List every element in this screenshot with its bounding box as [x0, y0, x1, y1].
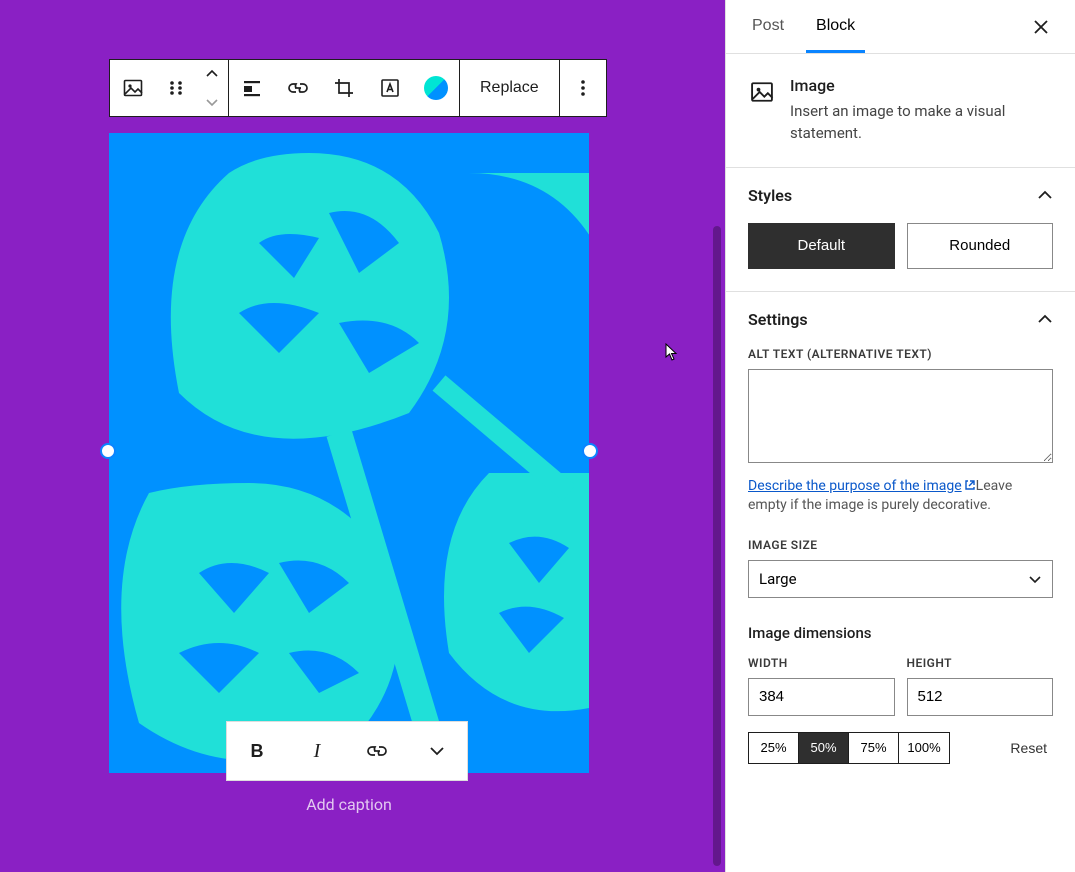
image-size-value: Large: [759, 570, 797, 588]
cursor-icon: [665, 343, 679, 361]
link-button[interactable]: [275, 60, 321, 116]
image-size-label: IMAGE SIZE: [748, 538, 1053, 552]
chevron-up-icon: [205, 69, 219, 79]
block-description: Image Insert an image to make a visual s…: [726, 54, 1075, 167]
text-overlay-button[interactable]: [367, 60, 413, 116]
alt-text-input[interactable]: [748, 369, 1053, 463]
pct-75-button[interactable]: 75%: [849, 733, 899, 763]
pct-50-button[interactable]: 50%: [799, 733, 849, 763]
width-label: WIDTH: [748, 656, 895, 670]
settings-sidebar: Post Block Image Insert an image to make…: [725, 0, 1075, 872]
styles-panel-toggle[interactable]: Styles: [726, 168, 1075, 223]
align-button[interactable]: [229, 60, 275, 116]
chevron-down-icon: [429, 745, 445, 757]
align-icon: [241, 77, 263, 99]
height-label: HEIGHT: [907, 656, 1054, 670]
image-block[interactable]: [109, 133, 589, 773]
pct-25-button[interactable]: 25%: [749, 733, 799, 763]
editor-canvas[interactable]: Replace B I: [0, 0, 725, 872]
text-overlay-icon: [379, 77, 401, 99]
image-content: [109, 133, 589, 773]
pct-100-button[interactable]: 100%: [899, 733, 949, 763]
chevron-up-icon: [1037, 313, 1053, 325]
drag-handle-icon: [166, 78, 186, 98]
chevron-down-icon: [1028, 574, 1042, 584]
block-title: Image: [790, 76, 1053, 95]
chevron-up-icon: [1037, 189, 1053, 201]
crop-button[interactable]: [321, 60, 367, 116]
external-link-icon: [964, 479, 976, 491]
close-icon: [1031, 17, 1051, 37]
image-size-select[interactable]: Large: [748, 560, 1053, 598]
block-toolbar: Replace: [109, 59, 607, 117]
percentage-preset-group: 25% 50% 75% 100%: [748, 732, 950, 764]
style-rounded-button[interactable]: Rounded: [907, 223, 1054, 269]
italic-button[interactable]: I: [287, 722, 347, 780]
reset-dimensions-button[interactable]: Reset: [1004, 739, 1053, 757]
block-description-text: Insert an image to make a visual stateme…: [790, 101, 1053, 145]
move-up-down: [196, 60, 228, 116]
caption-format-toolbar: B I: [226, 721, 468, 781]
image-icon: [748, 78, 776, 106]
bold-button[interactable]: B: [227, 722, 287, 780]
chevron-down-icon: [205, 97, 219, 107]
more-vertical-icon: [572, 77, 594, 99]
tab-block[interactable]: Block: [806, 0, 865, 53]
settings-heading: Settings: [748, 310, 808, 329]
move-up-button[interactable]: [196, 60, 228, 88]
alt-text-help-link[interactable]: Describe the purpose of the image: [748, 478, 976, 494]
styles-heading: Styles: [748, 186, 792, 205]
resize-handle-right[interactable]: [582, 443, 598, 459]
duotone-icon: [424, 76, 448, 100]
link-icon: [287, 77, 309, 99]
height-input[interactable]: [907, 678, 1054, 716]
move-down-button[interactable]: [196, 88, 228, 116]
link-icon: [366, 740, 388, 762]
more-format-button[interactable]: [407, 722, 467, 780]
style-default-button[interactable]: Default: [748, 223, 895, 269]
caption-link-button[interactable]: [347, 722, 407, 780]
alt-text-helper: Describe the purpose of the imageLeave e…: [748, 477, 1053, 516]
close-sidebar-button[interactable]: [1023, 9, 1059, 45]
width-input[interactable]: [748, 678, 895, 716]
duotone-button[interactable]: [413, 60, 459, 116]
image-icon: [121, 76, 145, 100]
crop-icon: [333, 77, 355, 99]
caption-placeholder[interactable]: Add caption: [109, 795, 589, 814]
sidebar-tabs: Post Block: [726, 0, 1075, 54]
alt-text-label: ALT TEXT (ALTERNATIVE TEXT): [748, 347, 1053, 361]
resize-handle-left[interactable]: [100, 443, 116, 459]
tab-post[interactable]: Post: [742, 0, 794, 53]
more-options-button[interactable]: [560, 60, 606, 116]
drag-handle-button[interactable]: [156, 60, 196, 116]
settings-panel-toggle[interactable]: Settings: [726, 292, 1075, 347]
canvas-scrollbar-thumb[interactable]: [713, 226, 721, 866]
dimensions-label: Image dimensions: [748, 624, 1053, 642]
block-type-image-button[interactable]: [110, 60, 156, 116]
replace-button[interactable]: Replace: [460, 60, 559, 116]
